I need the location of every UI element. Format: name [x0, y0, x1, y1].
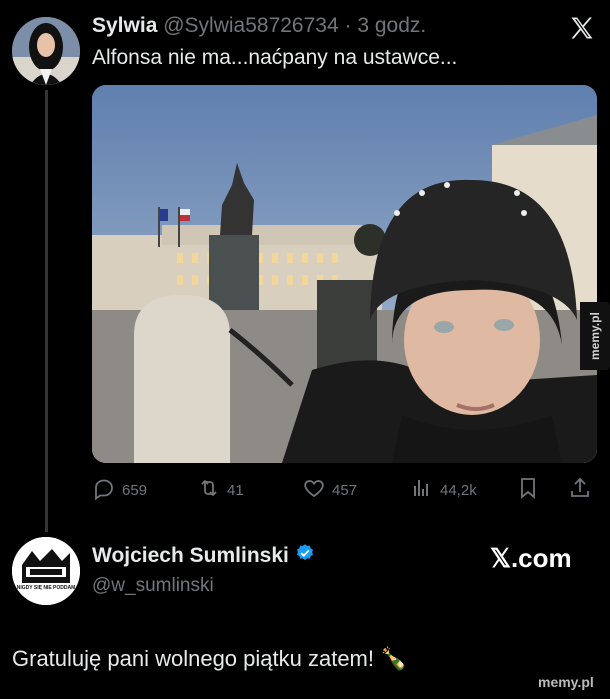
views-button[interactable]: 44,2k — [410, 476, 477, 504]
heart-icon — [302, 476, 326, 504]
x-logo-icon — [568, 14, 596, 42]
avatar-lettering: NIGDY SIĘ NIE PODDAM — [16, 585, 76, 591]
avatar-sylwia[interactable] — [12, 17, 80, 85]
tweet2-handle[interactable]: @w_sumlinski — [92, 575, 214, 597]
tweet2-text: Gratuluję pani wolnego piątku zatem! 🍾 — [12, 646, 408, 671]
memy-watermark-side: memy.pl — [580, 302, 610, 370]
like-count: 457 — [332, 481, 358, 499]
bookmark-button[interactable] — [516, 476, 540, 504]
tweet1-action-bar: 659 41 457 44,2k — [92, 476, 597, 502]
tweet1-time[interactable]: · 3 godz. — [345, 14, 427, 37]
repost-button[interactable]: 41 — [197, 476, 244, 504]
views-count: 44,2k — [440, 481, 477, 499]
bookmark-icon — [516, 476, 540, 504]
memy-watermark-bottom: memy.pl — [538, 674, 594, 690]
reply-count: 659 — [122, 481, 148, 499]
tweet2-display-name[interactable]: Wojciech Sumlinski — [92, 544, 289, 568]
tweet2-header: Wojciech Sumlinski — [92, 543, 315, 569]
thread-line — [45, 90, 48, 532]
xcom-logo: 𝕏.com — [490, 543, 572, 573]
repost-count: 41 — [227, 481, 244, 499]
tweet1-text: Alfonsa nie ma...naćpany na ustawce... — [92, 46, 458, 69]
repost-icon — [197, 476, 221, 504]
tweet1-handle[interactable]: @Sylwia58726734 — [163, 14, 338, 37]
avatar-sumlinski[interactable]: NIGDY SIĘ NIE PODDAM — [12, 537, 80, 605]
verified-badge-icon — [295, 543, 315, 569]
like-button[interactable]: 457 — [302, 476, 357, 504]
reply-button[interactable]: 659 — [92, 476, 147, 504]
tweet1-photo[interactable] — [92, 85, 597, 463]
tweet1-display-name[interactable]: Sylwia — [92, 14, 157, 37]
tweet1-header: Sylwia @Sylwia58726734 · 3 godz. — [92, 14, 426, 38]
reply-icon — [92, 476, 116, 504]
share-icon — [568, 476, 592, 504]
views-icon — [410, 476, 434, 504]
share-button[interactable] — [568, 476, 592, 504]
